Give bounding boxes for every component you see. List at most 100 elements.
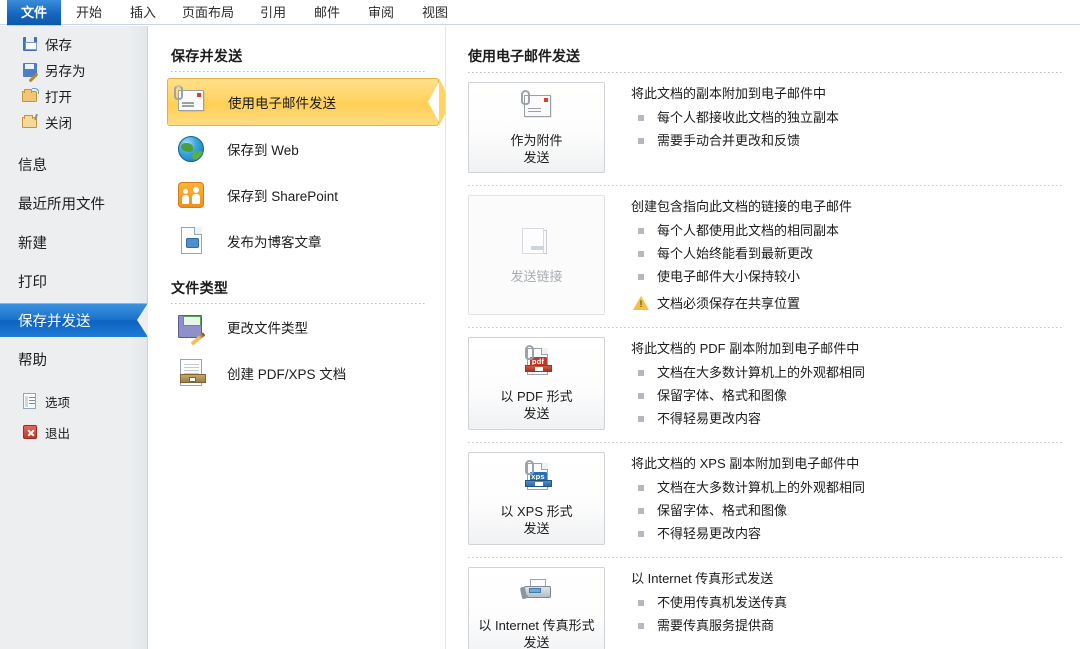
globe-icon	[175, 133, 207, 165]
send-as-xps-button[interactable]: xps 以 XPS 形式 发送	[468, 452, 605, 545]
option-label: 发布为博客文章	[227, 235, 322, 250]
divider	[468, 72, 1064, 73]
backstage-sidebar: 保存 另存为 打开 关闭 信息 最近所用文件 新建 打印 保存并发送 帮助 选项…	[0, 26, 148, 649]
bullet-list: 每个人都使用此文档的相同副本 每个人始终能看到最新更改 使电子邮件大小保持较小	[631, 219, 852, 288]
send-as-pdf-icon: pdf	[519, 344, 555, 380]
bullet-item: 文档在大多数计算机上的外观都相同	[631, 361, 865, 384]
button-label: 发送链接	[510, 268, 563, 284]
sidebar-item-close[interactable]: 关闭	[0, 109, 147, 135]
email-envelope-icon	[174, 85, 208, 118]
tab-insert[interactable]: 插入	[117, 0, 169, 25]
send-as-attachment-icon	[519, 89, 555, 124]
bullet-item: 需要手动合并更改和反馈	[631, 129, 839, 152]
blog-post-icon	[175, 225, 207, 257]
tab-page-layout[interactable]: 页面布局	[171, 0, 245, 25]
send-as-pdf-button[interactable]: pdf 以 PDF 形式 发送	[468, 337, 605, 430]
sidebar-item-new[interactable]: 新建	[0, 225, 147, 259]
bullet-list: 每个人都接收此文档的独立副本 需要手动合并更改和反馈	[631, 106, 839, 152]
sidebar-item-info[interactable]: 信息	[0, 147, 147, 181]
tab-references[interactable]: 引用	[247, 0, 299, 25]
sidebar-item-label: 保存	[45, 38, 72, 53]
panel-title: 使用电子邮件发送	[468, 48, 580, 64]
create-pdf-xps-icon	[175, 357, 207, 389]
description-title: 创建包含指向此文档的链接的电子邮件	[631, 199, 853, 214]
description-title: 将此文档的 PDF 副本附加到电子邮件中	[631, 341, 860, 356]
section-description: 创建包含指向此文档的链接的电子邮件 每个人都使用此文档的相同副本 每个人始终能看…	[631, 195, 852, 315]
option-save-to-web[interactable]: 保存到 Web	[167, 126, 439, 172]
tab-file[interactable]: 文件	[7, 0, 61, 29]
section-divider	[468, 557, 1064, 558]
send-as-xps-icon: xps	[519, 459, 555, 495]
tab-mailings[interactable]: 邮件	[301, 0, 353, 25]
bullet-item: 文档在大多数计算机上的外观都相同	[631, 476, 865, 499]
sidebar-item-exit[interactable]: 退出	[0, 419, 147, 445]
send-link-icon	[519, 226, 555, 260]
sidebar-item-open[interactable]: 打开	[0, 83, 147, 109]
option-label: 保存到 Web	[227, 143, 299, 158]
send-as-internet-fax-icon	[519, 575, 555, 609]
sidebar-item-save-as[interactable]: 另存为	[0, 57, 147, 83]
bullet-item: 每个人始终能看到最新更改	[631, 242, 852, 265]
sidebar-item-label: 关闭	[45, 116, 72, 131]
group-title-file-types: 文件类型	[171, 280, 229, 296]
sidebar-item-help[interactable]: 帮助	[0, 342, 147, 376]
option-publish-as-blog-post[interactable]: 发布为博客文章	[167, 218, 439, 264]
backstage-view: 文件 开始 插入 页面布局 引用 邮件 审阅 视图 保存 另存为 打开 关闭 信…	[0, 0, 1080, 649]
bullet-item: 不使用传真机发送传真	[631, 591, 787, 614]
send-as-attachment-button[interactable]: 作为附件 发送	[468, 82, 605, 173]
description-title: 将此文档的 XPS 副本附加到电子邮件中	[631, 456, 860, 471]
sidebar-item-label: 另存为	[45, 64, 86, 79]
sidebar-item-print[interactable]: 打印	[0, 264, 147, 298]
sidebar-item-label: 信息	[18, 157, 47, 174]
button-label: 作为附件 发送	[510, 132, 563, 165]
warning-icon	[633, 296, 649, 310]
bullet-item: 不得轻易更改内容	[631, 522, 865, 545]
send-as-internet-fax-button[interactable]: 以 Internet 传真形式 发送	[468, 567, 605, 649]
bullet-list: 文档在大多数计算机上的外观都相同 保留字体、格式和图像 不得轻易更改内容	[631, 476, 865, 545]
sidebar-item-label: 最近所用文件	[18, 196, 105, 213]
section-send-as-xps: xps 以 XPS 形式 发送 将此文档的 XPS 副本附加到电子邮件中 文档在…	[468, 452, 1064, 545]
bullet-list: 不使用传真机发送传真 需要传真服务提供商	[631, 591, 787, 637]
tab-review[interactable]: 审阅	[355, 0, 407, 25]
tab-view[interactable]: 视图	[409, 0, 461, 25]
bullet-item: 使电子邮件大小保持较小	[631, 265, 852, 288]
section-send-a-link: 发送链接 创建包含指向此文档的链接的电子邮件 每个人都使用此文档的相同副本 每个…	[468, 195, 1064, 315]
sidebar-item-options[interactable]: 选项	[0, 388, 147, 414]
option-label: 创建 PDF/XPS 文档	[227, 367, 347, 382]
section-divider	[468, 327, 1064, 328]
section-description: 以 Internet 传真形式发送 不使用传真机发送传真 需要传真服务提供商	[631, 567, 787, 649]
button-label: 以 XPS 形式 发送	[500, 503, 573, 536]
sharepoint-icon	[175, 179, 207, 211]
section-description: 将此文档的副本附加到电子邮件中 每个人都接收此文档的独立副本 需要手动合并更改和…	[631, 82, 839, 173]
description-title: 将此文档的副本附加到电子邮件中	[631, 86, 827, 101]
option-change-file-type[interactable]: 更改文件类型	[167, 304, 439, 350]
sidebar-item-recent[interactable]: 最近所用文件	[0, 186, 147, 220]
warning-message: 文档必须保存在共享位置	[631, 292, 852, 315]
section-send-as-internet-fax: 以 Internet 传真形式 发送 以 Internet 传真形式发送 不使用…	[468, 567, 1064, 649]
sidebar-item-save[interactable]: 保存	[0, 31, 147, 57]
sidebar-item-label: 退出	[45, 426, 71, 441]
sidebar-item-save-and-send[interactable]: 保存并发送	[0, 303, 148, 337]
section-description: 将此文档的 PDF 副本附加到电子邮件中 文档在大多数计算机上的外观都相同 保留…	[631, 337, 865, 430]
bullet-item: 保留字体、格式和图像	[631, 499, 865, 522]
section-divider	[468, 442, 1064, 443]
option-save-to-sharepoint[interactable]: 保存到 SharePoint	[167, 172, 439, 218]
option-create-pdf-xps-document[interactable]: 创建 PDF/XPS 文档	[167, 350, 439, 396]
option-label: 保存到 SharePoint	[227, 189, 339, 204]
options-icon	[22, 393, 38, 409]
open-folder-icon	[22, 88, 39, 104]
tab-home[interactable]: 开始	[63, 0, 115, 25]
sidebar-item-label: 打开	[45, 90, 72, 105]
option-send-using-email[interactable]: 使用电子邮件发送	[167, 78, 451, 126]
bullet-item: 每个人都接收此文档的独立副本	[631, 106, 839, 129]
send-a-link-button[interactable]: 发送链接	[468, 195, 605, 315]
sidebar-item-label: 保存并发送	[18, 313, 91, 330]
save-and-send-options-column: 保存并发送 使用电子邮件发送 保存到 Web 保存到 SharePoint 发布…	[149, 26, 451, 649]
save-icon	[22, 36, 38, 52]
sidebar-item-label: 新建	[18, 235, 47, 252]
option-label: 使用电子邮件发送	[228, 96, 336, 111]
button-label: 以 PDF 形式 发送	[500, 388, 573, 421]
close-folder-icon	[22, 114, 38, 130]
section-send-as-attachment: 作为附件 发送 将此文档的副本附加到电子邮件中 每个人都接收此文档的独立副本 需…	[468, 82, 1064, 173]
save-as-icon	[22, 62, 38, 78]
